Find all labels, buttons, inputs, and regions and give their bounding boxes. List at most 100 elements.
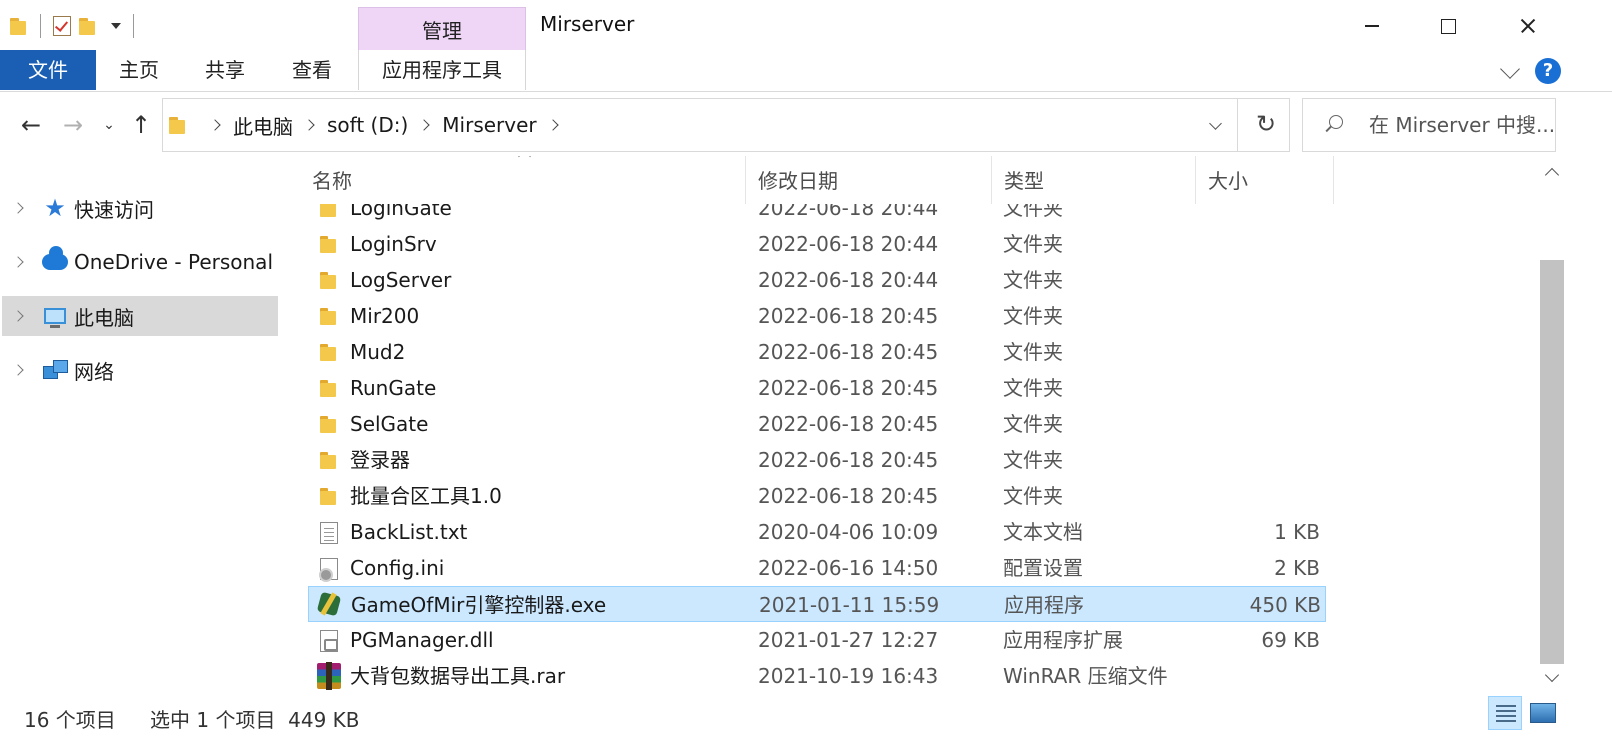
expand-chevron-right-icon[interactable] — [12, 256, 24, 268]
folder-icon — [318, 378, 340, 400]
file-size: 1 KB — [1274, 520, 1320, 544]
file-type: 文件夹 — [1003, 304, 1063, 328]
column-header-label: 类型 — [1004, 169, 1044, 193]
breadcrumb-chevron-right-icon[interactable] — [209, 119, 221, 131]
file-name: PGManager.dll — [350, 628, 494, 652]
status-item-count: 16 个项目 — [24, 708, 116, 732]
breadcrumb-chevron-right-icon[interactable] — [418, 119, 430, 131]
tab-view[interactable]: 查看 — [272, 50, 352, 90]
file-name: LoginSrv — [350, 232, 437, 256]
breadcrumb: 此电脑 soft (D:) Mirserver — [199, 99, 571, 151]
address-history-chevron-down-icon[interactable] — [1203, 113, 1227, 137]
nav-item-network[interactable]: 网络 — [2, 350, 278, 390]
folder-icon — [318, 342, 340, 364]
file-size — [1188, 406, 1320, 442]
minimize-button[interactable] — [1342, 6, 1402, 46]
breadcrumb-this-pc[interactable]: 此电脑 — [233, 111, 293, 140]
table-row[interactable]: LogServer 2022-06-18 20:44 文件夹 — [308, 262, 1326, 298]
window-title: Mirserver — [540, 12, 635, 36]
search-icon — [1325, 115, 1343, 133]
file-size: 2 KB — [1274, 556, 1320, 580]
file-name: BackList.txt — [350, 520, 468, 544]
file-type: 文件夹 — [1003, 340, 1063, 364]
back-button[interactable]: ← — [16, 110, 46, 140]
table-row[interactable]: 批量合区工具1.0 2022-06-18 20:45 文件夹 — [308, 478, 1326, 514]
file-size — [1188, 478, 1320, 514]
forward-button[interactable]: → — [58, 110, 88, 140]
table-row[interactable]: 登录器 2022-06-18 20:45 文件夹 — [308, 442, 1326, 478]
breadcrumb-chevron-right-icon[interactable] — [303, 119, 315, 131]
search-input[interactable] — [1369, 99, 1555, 151]
file-type: 文件夹 — [1003, 448, 1063, 472]
properties-icon[interactable] — [53, 16, 71, 36]
breadcrumb-drive-d[interactable]: soft (D:) — [327, 113, 408, 137]
table-row[interactable]: BackList.txt 2020-04-06 10:09 文本文档 1 KB — [308, 514, 1326, 550]
table-row[interactable]: Mir200 2022-06-18 20:45 文件夹 — [308, 298, 1326, 334]
folder-icon[interactable] — [10, 16, 28, 36]
file-type: 配置设置 — [1003, 556, 1083, 580]
close-button[interactable] — [1498, 6, 1558, 46]
file-size — [1188, 298, 1320, 334]
folder-icon — [169, 115, 187, 135]
table-row[interactable]: Config.ini 2022-06-16 14:50 配置设置 2 KB — [308, 550, 1326, 586]
help-icon[interactable]: ? — [1535, 58, 1561, 84]
tab-application-tools[interactable]: 应用程序工具 — [358, 50, 526, 90]
tab-share[interactable]: 共享 — [186, 50, 264, 90]
new-folder-icon[interactable] — [79, 16, 97, 36]
expand-ribbon-chevron-down-icon[interactable] — [1500, 59, 1520, 79]
maximize-button[interactable] — [1418, 6, 1478, 46]
column-header-label: 名称 — [312, 169, 352, 193]
tab-file[interactable]: 文件 — [0, 50, 96, 90]
folder-icon — [318, 234, 340, 256]
customize-toolbar-chevron-down-icon[interactable] — [111, 23, 121, 29]
scroll-up-chevron-icon[interactable] — [1544, 167, 1560, 183]
nav-item-onedrive[interactable]: OneDrive - Personal — [2, 242, 278, 282]
nav-item-label: OneDrive - Personal — [74, 250, 273, 274]
column-header-date[interactable]: 修改日期 — [746, 156, 992, 204]
table-row[interactable]: PGManager.dll 2021-01-27 12:27 应用程序扩展 69 KB — [308, 622, 1326, 658]
large-icons-view-button[interactable] — [1526, 696, 1560, 730]
breadcrumb-chevron-right-icon[interactable] — [546, 119, 559, 131]
scrollbar-thumb[interactable] — [1540, 260, 1564, 664]
table-row[interactable]: LoginSrv 2022-06-18 20:44 文件夹 — [308, 226, 1326, 262]
expand-chevron-right-icon[interactable] — [12, 310, 24, 322]
title-bar: 管理 Mirserver — [0, 0, 1612, 50]
file-date: 2020-04-06 10:09 — [758, 520, 939, 544]
nav-item-quick-access[interactable]: ★ 快速访问 — [2, 188, 278, 228]
file-type: 文件夹 — [1003, 376, 1063, 400]
address-bar[interactable]: 此电脑 soft (D:) Mirserver ↻ — [162, 98, 1290, 152]
file-name: GameOfMir引擎控制器.exe — [351, 593, 607, 617]
column-header-type[interactable]: 类型 — [992, 156, 1196, 204]
file-date: 2022-06-18 20:45 — [758, 340, 939, 364]
scroll-down-chevron-icon[interactable] — [1544, 667, 1560, 683]
column-header-size[interactable]: 大小 — [1196, 156, 1334, 204]
up-button[interactable]: ↑ — [126, 110, 156, 140]
column-header-label: 大小 — [1208, 169, 1248, 193]
cloud-icon — [42, 246, 68, 275]
file-type: 文件夹 — [1003, 412, 1063, 436]
nav-item-label: 此电脑 — [74, 305, 134, 330]
details-view-button[interactable] — [1488, 696, 1522, 730]
refresh-icon[interactable]: ↻ — [1251, 109, 1281, 139]
expand-chevron-right-icon[interactable] — [12, 364, 24, 376]
search-box — [1302, 98, 1556, 152]
table-row[interactable]: Mud2 2022-06-18 20:45 文件夹 — [308, 334, 1326, 370]
table-row[interactable]: RunGate 2022-06-18 20:45 文件夹 — [308, 370, 1326, 406]
table-row[interactable]: 大背包数据导出工具.rar 2021-10-19 16:43 WinRAR 压缩文件 — [308, 658, 1326, 690]
vertical-scrollbar[interactable] — [1538, 156, 1566, 690]
file-size — [1188, 262, 1320, 298]
file-type: 文件夹 — [1003, 484, 1063, 508]
table-row[interactable]: SelGate 2022-06-18 20:45 文件夹 — [308, 406, 1326, 442]
expand-chevron-right-icon[interactable] — [12, 202, 24, 214]
file-date: 2022-06-18 20:45 — [758, 448, 939, 472]
column-header-label: 修改日期 — [758, 169, 838, 193]
file-date: 2022-06-18 20:44 — [758, 268, 939, 292]
sort-ascending-icon — [518, 156, 531, 163]
tab-home[interactable]: 主页 — [100, 50, 178, 90]
table-row[interactable]: GameOfMir引擎控制器.exe 2021-01-11 15:59 应用程序 45… — [308, 586, 1326, 622]
breadcrumb-mirserver[interactable]: Mirserver — [442, 113, 536, 137]
toolbar-separator — [40, 14, 41, 38]
recent-locations-chevron-down-icon[interactable]: ⌄ — [94, 110, 124, 140]
column-header-name[interactable]: 名称 — [300, 156, 746, 204]
nav-item-this-pc[interactable]: 此电脑 — [2, 296, 278, 336]
